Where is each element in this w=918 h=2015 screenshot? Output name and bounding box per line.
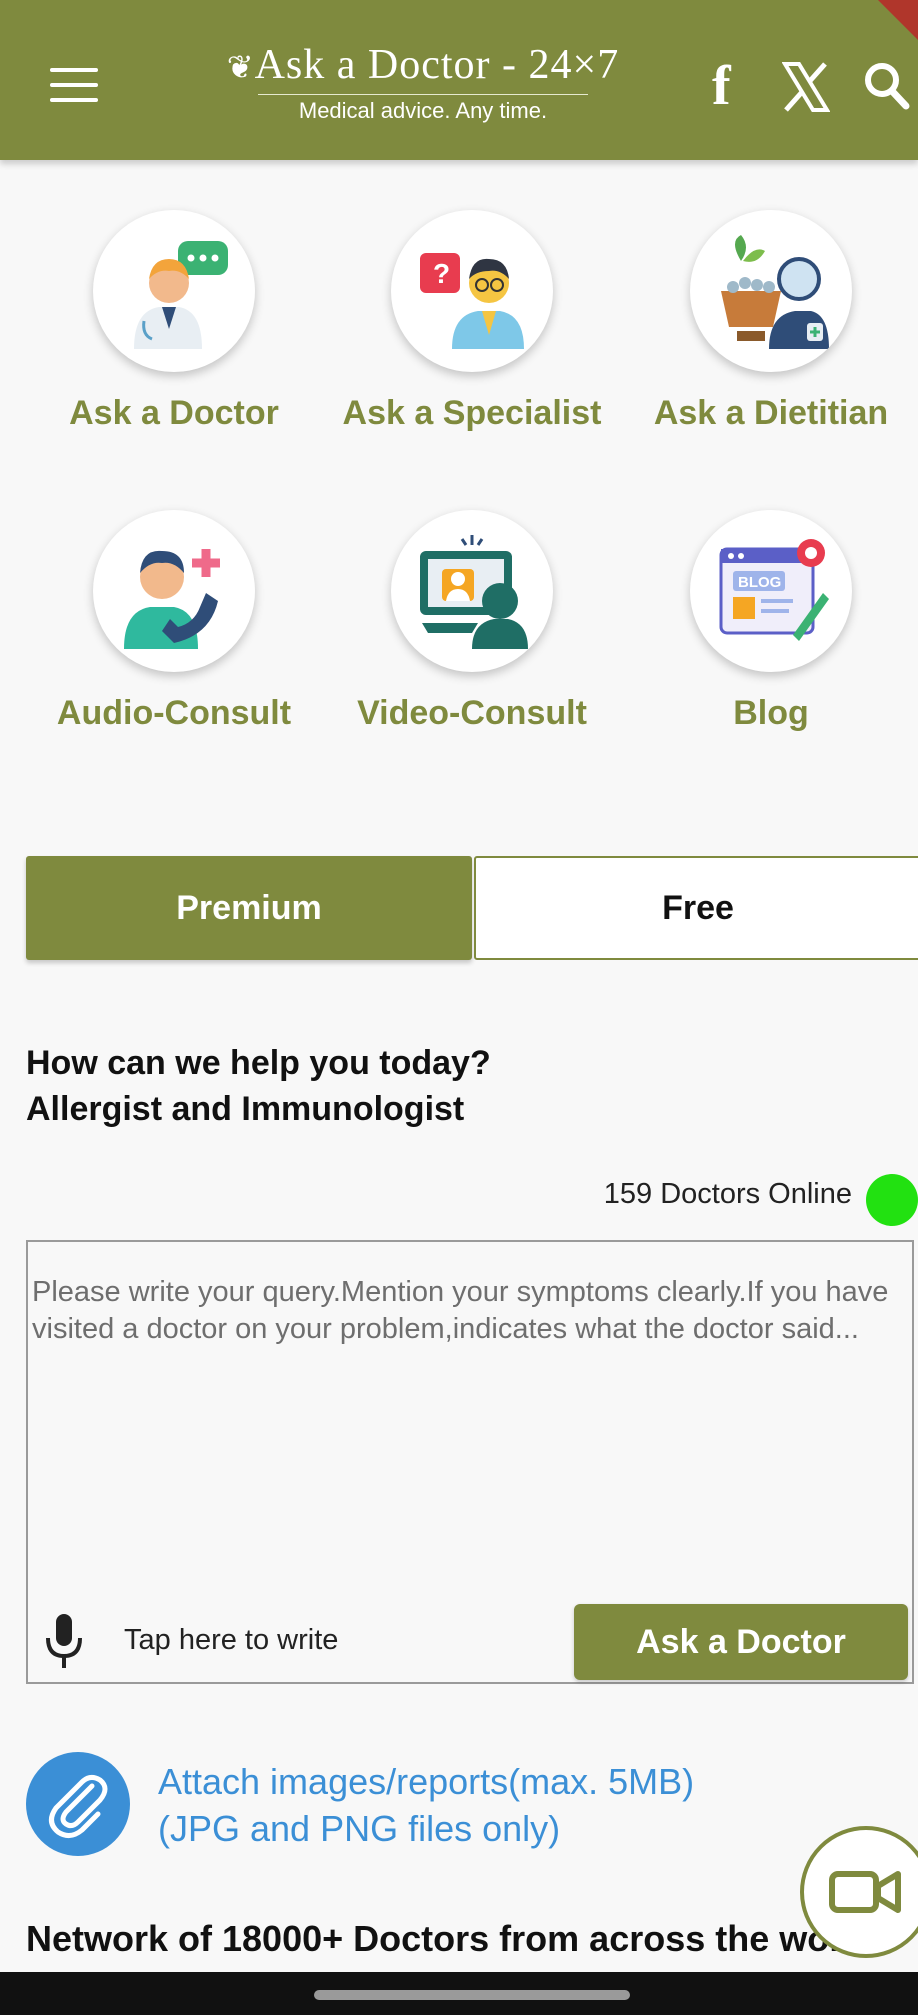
svg-text:?: ?	[433, 258, 450, 289]
specialty-name: Allergist and Immunologist	[26, 1090, 465, 1128]
network-heading: Network of 18000+ Doctors from across th…	[26, 1918, 876, 1959]
dietitian-icon	[690, 210, 852, 372]
service-ask-dietitian[interactable]: Ask a Dietitian	[621, 210, 918, 433]
service-audio-consult[interactable]: Audio-Consult	[24, 510, 324, 733]
attach-line-1: Attach images/reports(max. 5MB)	[158, 1761, 695, 1802]
video-consult-icon	[391, 510, 553, 672]
tab-premium[interactable]: Premium	[26, 856, 472, 960]
microphone-icon[interactable]	[44, 1612, 84, 1670]
specialist-icon: ?	[391, 210, 553, 372]
logo-divider	[258, 94, 588, 95]
service-label: Ask a Dietitian	[653, 394, 889, 432]
video-call-button[interactable]	[800, 1826, 918, 1958]
service-label: Blog	[733, 694, 809, 732]
leaf-icon: ❦	[226, 49, 255, 85]
help-question: How can we help you today?	[26, 1044, 491, 1082]
doctors-online-count: 159 Doctors Online	[603, 1178, 852, 1210]
service-label: Ask a Specialist	[342, 394, 602, 432]
logo-tagline: Medical advice. Any time.	[298, 98, 548, 123]
service-label: Audio-Consult	[56, 694, 292, 732]
attach-button[interactable]	[26, 1752, 130, 1856]
service-ask-specialist[interactable]: ? Ask a Specialist	[322, 210, 622, 433]
x-twitter-icon[interactable]	[782, 62, 830, 112]
service-label: Ask a Doctor	[69, 394, 279, 432]
search-icon[interactable]	[862, 60, 910, 112]
corner-ribbon	[878, 0, 918, 40]
help-heading: How can we help you today? Allergist and…	[26, 1040, 491, 1132]
query-input[interactable]	[32, 1274, 902, 1524]
service-blog[interactable]: BLOG Blog	[621, 510, 918, 733]
attach-line-2: (JPG and PNG files only)	[158, 1808, 561, 1849]
paperclip-icon	[49, 1774, 108, 1838]
top-header: ❦Ask a Doctor - 24×7 Medical advice. Any…	[0, 0, 918, 160]
service-ask-doctor[interactable]: Ask a Doctor	[24, 210, 324, 433]
site-logo[interactable]: ❦Ask a Doctor - 24×7 Medical advice. Any…	[188, 42, 658, 128]
home-gesture-handle[interactable]	[314, 1990, 630, 2000]
attach-link[interactable]: Attach images/reports(max. 5MB) (JPG and…	[158, 1758, 694, 1852]
facebook-icon[interactable]: f	[712, 58, 731, 114]
video-camera-icon	[829, 1871, 901, 1913]
tap-to-write[interactable]: Tap here to write	[124, 1624, 338, 1657]
plan-tabs: Premium Free	[26, 856, 918, 960]
service-video-consult[interactable]: Video-Consult	[322, 510, 622, 733]
doctor-chat-icon	[93, 210, 255, 372]
service-label: Video-Consult	[357, 694, 587, 732]
online-status-indicator	[866, 1174, 918, 1226]
menu-icon[interactable]	[50, 68, 98, 102]
blog-icon: BLOG	[690, 510, 852, 672]
svg-text:BLOG: BLOG	[738, 574, 781, 591]
system-nav-bar	[0, 1972, 918, 2015]
audio-consult-icon	[93, 510, 255, 672]
logo-title: Ask a Doctor - 24×7	[254, 42, 620, 88]
tab-free[interactable]: Free	[474, 856, 918, 960]
query-box: Tap here to write Ask a Doctor	[26, 1240, 914, 1684]
ask-doctor-button[interactable]: Ask a Doctor	[574, 1604, 908, 1680]
